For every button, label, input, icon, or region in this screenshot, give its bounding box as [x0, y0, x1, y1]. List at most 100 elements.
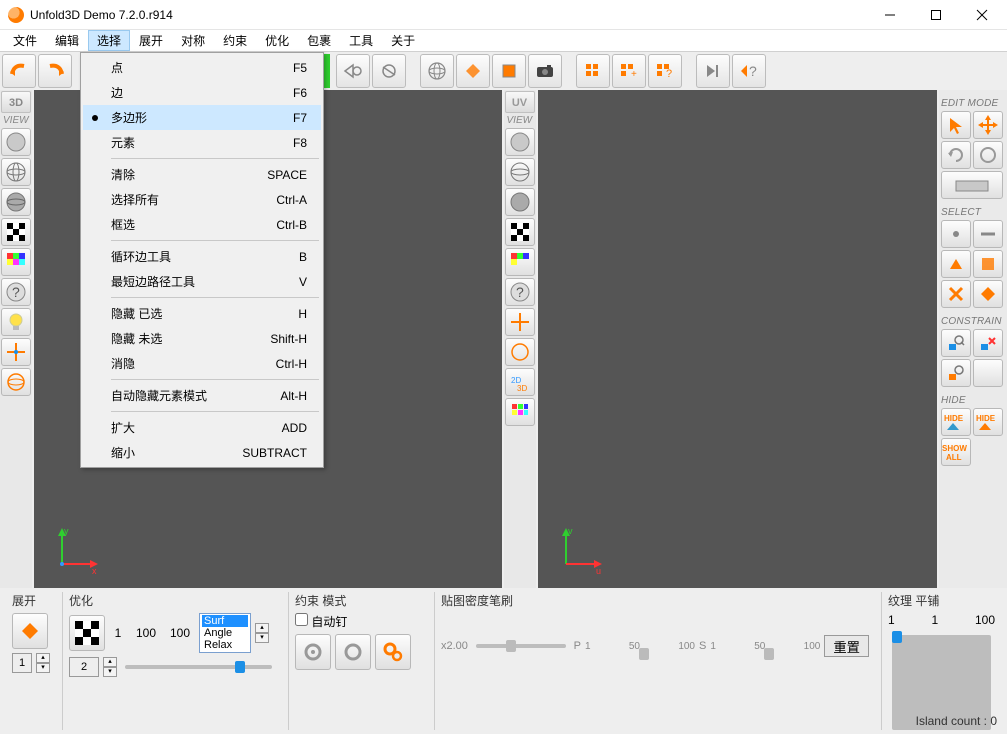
tool-grid-help[interactable]: ?	[648, 54, 682, 88]
hide-unsel[interactable]: HIDE	[973, 408, 1003, 436]
menu-unfold[interactable]: 展开	[130, 30, 172, 51]
con-lock[interactable]	[941, 359, 971, 387]
menu-item[interactable]: 隐藏 未选Shift-H	[83, 326, 321, 351]
expand-stepper-btns[interactable]: ▴▾	[36, 653, 50, 673]
brush-p: P	[574, 640, 581, 652]
uv-color[interactable]	[505, 248, 535, 276]
undo-button[interactable]	[2, 54, 36, 88]
menu-edit[interactable]: 编辑	[46, 30, 88, 51]
menu-file[interactable]: 文件	[4, 30, 46, 51]
edit-move[interactable]	[973, 111, 1003, 139]
menu-item[interactable]: 元素F8	[83, 130, 321, 155]
con-spacer[interactable]	[973, 359, 1003, 387]
expand-button[interactable]	[12, 613, 48, 649]
sel-x[interactable]	[941, 280, 971, 308]
sel-element[interactable]	[973, 250, 1003, 278]
uv-shaded[interactable]	[505, 188, 535, 216]
menu-item[interactable]: 清除SPACE	[83, 162, 321, 187]
optimize-mode-select[interactable]: Surf Angle Relax	[199, 613, 251, 653]
sel-point[interactable]	[941, 220, 971, 248]
menu-symmetry[interactable]: 对称	[172, 30, 214, 51]
uv-help[interactable]: ?	[505, 278, 535, 306]
view-color[interactable]	[1, 248, 31, 276]
gear-1[interactable]	[295, 634, 331, 670]
menu-pack[interactable]: 包裹	[298, 30, 340, 51]
view-wire[interactable]	[1, 158, 31, 186]
expand-stepper[interactable]: 1	[12, 653, 32, 673]
menu-item[interactable]: 扩大ADD	[83, 415, 321, 440]
tool-skip[interactable]	[696, 54, 730, 88]
tool-weld[interactable]	[372, 54, 406, 88]
svg-text:?: ?	[12, 284, 20, 300]
redo-button[interactable]	[38, 54, 72, 88]
uv-axes[interactable]	[505, 308, 535, 336]
uv-checker[interactable]	[505, 218, 535, 246]
tool-globe[interactable]	[420, 54, 454, 88]
menu-select[interactable]: 选择	[88, 30, 130, 51]
show-all[interactable]: SHOWALL	[941, 438, 971, 466]
view-light[interactable]	[1, 308, 31, 336]
view-shaded[interactable]	[1, 188, 31, 216]
menu-tools[interactable]: 工具	[340, 30, 382, 51]
edit-wide[interactable]	[941, 171, 1003, 199]
uv-wire[interactable]	[505, 158, 535, 186]
tool-unfold[interactable]	[456, 54, 490, 88]
right-panel: EDIT MODE SELECT CO	[939, 90, 1007, 588]
menu-optimize[interactable]: 优化	[256, 30, 298, 51]
menu-item[interactable]: 消隐Ctrl-H	[83, 351, 321, 376]
menu-item[interactable]: 点F5	[83, 55, 321, 80]
menu-item[interactable]: 隐藏 已选H	[83, 301, 321, 326]
minimize-button[interactable]	[867, 0, 913, 29]
sel-edge[interactable]	[973, 220, 1003, 248]
close-button[interactable]	[959, 0, 1005, 29]
menu-item[interactable]: 缩小SUBTRACT	[83, 440, 321, 465]
opt-stepper-btns[interactable]: ▴▾	[103, 657, 117, 677]
uv-grid[interactable]	[505, 398, 535, 426]
sel-poly[interactable]	[941, 250, 971, 278]
tool-grid-add[interactable]: +	[612, 54, 646, 88]
edit-scale[interactable]	[973, 141, 1003, 169]
menu-item[interactable]: 最短边路径工具V	[83, 269, 321, 294]
maximize-button[interactable]	[913, 0, 959, 29]
menu-item[interactable]: 框选Ctrl-B	[83, 212, 321, 237]
uv-globe2[interactable]	[505, 338, 535, 366]
tool-stop[interactable]	[492, 54, 526, 88]
edit-cursor[interactable]	[941, 111, 971, 139]
opt-select-btns[interactable]: ▴▾	[255, 623, 269, 643]
view-axes[interactable]	[1, 338, 31, 366]
group-texture: 纹理 平铺 1 1 100	[881, 592, 1001, 730]
con-unpin[interactable]	[973, 329, 1003, 357]
menu-about[interactable]: 关于	[382, 30, 424, 51]
view-globe2[interactable]	[1, 368, 31, 396]
opt-slider[interactable]	[125, 665, 272, 669]
uv-sphere[interactable]	[505, 128, 535, 156]
viewport-uv[interactable]: vu	[538, 90, 938, 588]
sel-diamond[interactable]	[973, 280, 1003, 308]
tool-grid-1[interactable]	[576, 54, 610, 88]
menu-constrain[interactable]: 约束	[214, 30, 256, 51]
menu-item[interactable]: 选择所有Ctrl-A	[83, 187, 321, 212]
group-optimize: 优化 1 100 100 Surf Angle Relax ▴▾ 2 ▴▾	[62, 592, 282, 730]
view-checker[interactable]	[1, 218, 31, 246]
menu-item[interactable]: 边F6	[83, 80, 321, 105]
menu-item[interactable]: 自动隐藏元素模式Alt-H	[83, 383, 321, 408]
brush-slider-x[interactable]	[476, 644, 566, 648]
view-help[interactable]: ?	[1, 278, 31, 306]
tool-cut[interactable]	[336, 54, 370, 88]
hide-sel[interactable]: HIDE	[941, 408, 971, 436]
autopin-checkbox[interactable]: 自动钉	[295, 615, 347, 629]
con-pin[interactable]	[941, 329, 971, 357]
optimize-checker-btn[interactable]	[69, 615, 105, 651]
opt-stepper[interactable]: 2	[69, 657, 99, 677]
select-menu-dropdown[interactable]: 点F5边F6多边形F7元素F8 清除SPACE选择所有Ctrl-A框选Ctrl-B…	[80, 52, 324, 468]
view-sphere-1[interactable]	[1, 128, 31, 156]
tool-camera[interactable]	[528, 54, 562, 88]
tool-help[interactable]: ?	[732, 54, 766, 88]
menu-item[interactable]: 循环边工具B	[83, 244, 321, 269]
gear-3[interactable]	[375, 634, 411, 670]
uv-2d3d[interactable]: 2D3D	[505, 368, 535, 396]
edit-rotate[interactable]	[941, 141, 971, 169]
menu-item[interactable]: 多边形F7	[83, 105, 321, 130]
gear-2[interactable]	[335, 634, 371, 670]
reset-button[interactable]: 重置	[824, 635, 869, 657]
